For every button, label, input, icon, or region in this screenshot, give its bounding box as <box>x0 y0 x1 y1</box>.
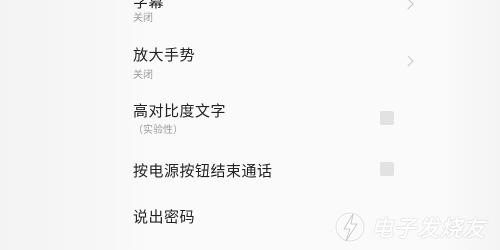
chevron-right-icon <box>402 55 414 67</box>
setting-title: 放大手势 <box>133 46 196 64</box>
accessibility-settings-screen: 字幕 关闭 放大手势 关闭 高对比度文字 （实验性） 按电源按钮结束通话 说出密… <box>0 0 500 250</box>
power-button-ends-call-toggle[interactable] <box>380 162 394 176</box>
high-contrast-toggle[interactable] <box>380 111 394 125</box>
setting-subtitle: 关闭 <box>133 13 153 24</box>
setting-title: 高对比度文字 <box>133 102 227 120</box>
setting-title: 说出密码 <box>133 208 196 226</box>
watermark: 电子发烧友 <box>333 210 486 244</box>
setting-subtitle: 关闭 <box>133 70 153 81</box>
setting-title: 按电源按钮结束通话 <box>133 162 273 180</box>
setting-subtitle: （实验性） <box>133 125 183 136</box>
chevron-right-icon <box>402 0 414 10</box>
setting-row-power-button-ends-call[interactable]: 按电源按钮结束通话 <box>0 155 500 183</box>
setting-row-captions[interactable]: 字幕 关闭 <box>0 0 500 24</box>
setting-row-magnification-gesture[interactable]: 放大手势 关闭 <box>0 40 500 82</box>
watermark-text: 电子发烧友 <box>370 216 486 242</box>
setting-row-high-contrast-text[interactable]: 高对比度文字 （实验性） <box>0 96 500 138</box>
lightning-bolt-icon <box>334 211 366 243</box>
